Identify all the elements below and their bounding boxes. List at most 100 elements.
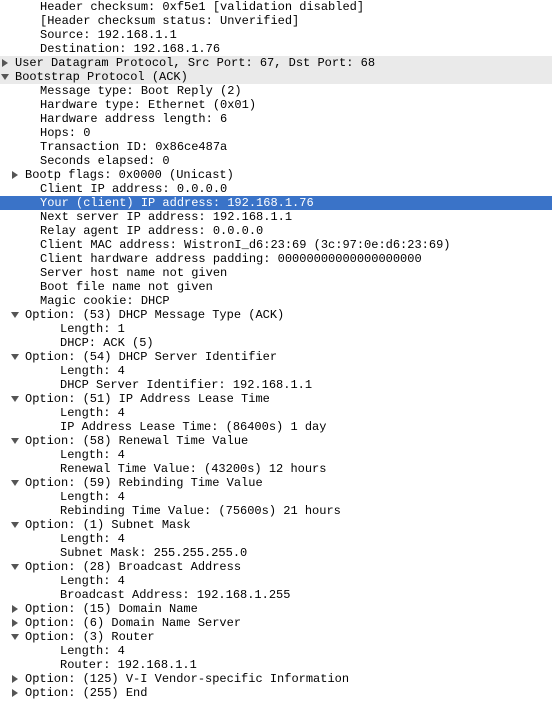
row-text: Option: (58) Renewal Time Value bbox=[25, 434, 248, 448]
tree-row: Transaction ID: 0x86ce487a bbox=[0, 140, 552, 154]
tree-row: IP Address Lease Time: (86400s) 1 day bbox=[0, 420, 552, 434]
row-text: Seconds elapsed: 0 bbox=[40, 154, 170, 168]
row-text: Length: 4 bbox=[60, 644, 125, 658]
row-text: Option: (6) Domain Name Server bbox=[25, 616, 241, 630]
tree-row: Length: 4 bbox=[0, 364, 552, 378]
tree-row: Length: 4 bbox=[0, 490, 552, 504]
tree-row: Subnet Mask: 255.255.255.0 bbox=[0, 546, 552, 560]
row-text: Header checksum: 0xf5e1 [validation disa… bbox=[40, 0, 364, 14]
tree-row: Length: 4 bbox=[0, 644, 552, 658]
opt-28[interactable]: Option: (28) Broadcast Address bbox=[0, 560, 552, 574]
row-text: Client hardware address padding: 0000000… bbox=[40, 252, 422, 266]
row-text: Bootstrap Protocol (ACK) bbox=[15, 70, 188, 84]
bootp-flags[interactable]: Bootp flags: 0x0000 (Unicast) bbox=[0, 168, 552, 182]
opt-58[interactable]: Option: (58) Renewal Time Value bbox=[0, 434, 552, 448]
opt-53[interactable]: Option: (53) DHCP Message Type (ACK) bbox=[0, 308, 552, 322]
expand-collapse-icon[interactable] bbox=[10, 353, 20, 361]
row-text: Your (client) IP address: 192.168.1.76 bbox=[40, 196, 314, 210]
row-text: Option: (125) V-I Vendor-specific Inform… bbox=[25, 672, 349, 686]
expand-collapse-icon[interactable] bbox=[10, 563, 20, 571]
tree-row: Client MAC address: WistronI_d6:23:69 (3… bbox=[0, 238, 552, 252]
tree-row: Broadcast Address: 192.168.1.255 bbox=[0, 588, 552, 602]
tree-row: Rebinding Time Value: (75600s) 21 hours bbox=[0, 504, 552, 518]
tree-row: Server host name not given bbox=[0, 266, 552, 280]
expand-collapse-icon[interactable] bbox=[10, 395, 20, 403]
opt-51[interactable]: Option: (51) IP Address Lease Time bbox=[0, 392, 552, 406]
row-text: Length: 4 bbox=[60, 574, 125, 588]
packet-details-tree[interactable]: Header checksum: 0xf5e1 [validation disa… bbox=[0, 0, 552, 700]
row-text: Option: (59) Rebinding Time Value bbox=[25, 476, 263, 490]
row-text: Subnet Mask: 255.255.255.0 bbox=[60, 546, 247, 560]
opt-3[interactable]: Option: (3) Router bbox=[0, 630, 552, 644]
row-text: Option: (3) Router bbox=[25, 630, 155, 644]
opt-255[interactable]: Option: (255) End bbox=[0, 686, 552, 700]
opt-54[interactable]: Option: (54) DHCP Server Identifier bbox=[0, 350, 552, 364]
row-text: Hardware type: Ethernet (0x01) bbox=[40, 98, 256, 112]
tree-row: DHCP Server Identifier: 192.168.1.1 bbox=[0, 378, 552, 392]
row-text: Message type: Boot Reply (2) bbox=[40, 84, 242, 98]
opt-6[interactable]: Option: (6) Domain Name Server bbox=[0, 616, 552, 630]
expand-collapse-icon[interactable] bbox=[0, 73, 10, 81]
expand-expand-icon[interactable] bbox=[10, 605, 20, 613]
tree-row: Length: 1 bbox=[0, 322, 552, 336]
row-text: Length: 4 bbox=[60, 406, 125, 420]
row-text: Length: 4 bbox=[60, 532, 125, 546]
tree-row: Client IP address: 0.0.0.0 bbox=[0, 182, 552, 196]
row-text: Option: (28) Broadcast Address bbox=[25, 560, 241, 574]
row-text: [Header checksum status: Unverified] bbox=[40, 14, 299, 28]
expand-collapse-icon[interactable] bbox=[10, 633, 20, 641]
row-text: Option: (15) Domain Name bbox=[25, 602, 198, 616]
tree-row: Length: 4 bbox=[0, 574, 552, 588]
expand-expand-icon[interactable] bbox=[10, 675, 20, 683]
expand-expand-icon[interactable] bbox=[10, 619, 20, 627]
tree-row: Message type: Boot Reply (2) bbox=[0, 84, 552, 98]
tree-row: Magic cookie: DHCP bbox=[0, 294, 552, 308]
row-text: Length: 4 bbox=[60, 448, 125, 462]
tree-row: Length: 4 bbox=[0, 448, 552, 462]
row-text: Length: 4 bbox=[60, 490, 125, 504]
tree-row: Next server IP address: 192.168.1.1 bbox=[0, 210, 552, 224]
opt-15[interactable]: Option: (15) Domain Name bbox=[0, 602, 552, 616]
expand-expand-icon[interactable] bbox=[0, 59, 10, 67]
tree-row: Renewal Time Value: (43200s) 12 hours bbox=[0, 462, 552, 476]
row-text: Option: (51) IP Address Lease Time bbox=[25, 392, 270, 406]
your-ip-row: Your (client) IP address: 192.168.1.76 bbox=[0, 196, 552, 210]
row-text: Renewal Time Value: (43200s) 12 hours bbox=[60, 462, 326, 476]
row-text: Length: 4 bbox=[60, 364, 125, 378]
tree-row: Relay agent IP address: 0.0.0.0 bbox=[0, 224, 552, 238]
expand-expand-icon[interactable] bbox=[10, 689, 20, 697]
row-text: Server host name not given bbox=[40, 266, 227, 280]
expand-expand-icon[interactable] bbox=[10, 171, 20, 179]
expand-collapse-icon[interactable] bbox=[10, 521, 20, 529]
bootp-header[interactable]: Bootstrap Protocol (ACK) bbox=[0, 70, 552, 84]
tree-row: Client hardware address padding: 0000000… bbox=[0, 252, 552, 266]
tree-row: Boot file name not given bbox=[0, 280, 552, 294]
opt-59[interactable]: Option: (59) Rebinding Time Value bbox=[0, 476, 552, 490]
tree-row: Hardware address length: 6 bbox=[0, 112, 552, 126]
opt-1[interactable]: Option: (1) Subnet Mask bbox=[0, 518, 552, 532]
tree-row: Source: 192.168.1.1 bbox=[0, 28, 552, 42]
row-text: Next server IP address: 192.168.1.1 bbox=[40, 210, 292, 224]
row-text: Relay agent IP address: 0.0.0.0 bbox=[40, 224, 263, 238]
expand-collapse-icon[interactable] bbox=[10, 437, 20, 445]
expand-collapse-icon[interactable] bbox=[10, 311, 20, 319]
row-text: Broadcast Address: 192.168.1.255 bbox=[60, 588, 290, 602]
row-text: DHCP Server Identifier: 192.168.1.1 bbox=[60, 378, 312, 392]
tree-row: Seconds elapsed: 0 bbox=[0, 154, 552, 168]
row-text: Length: 1 bbox=[60, 322, 125, 336]
udp-header[interactable]: User Datagram Protocol, Src Port: 67, Ds… bbox=[0, 56, 552, 70]
row-text: Option: (53) DHCP Message Type (ACK) bbox=[25, 308, 284, 322]
row-text: Client IP address: 0.0.0.0 bbox=[40, 182, 227, 196]
tree-row: DHCP: ACK (5) bbox=[0, 336, 552, 350]
row-text: Bootp flags: 0x0000 (Unicast) bbox=[25, 168, 234, 182]
tree-row: Router: 192.168.1.1 bbox=[0, 658, 552, 672]
row-text: Router: 192.168.1.1 bbox=[60, 658, 197, 672]
row-text: DHCP: ACK (5) bbox=[60, 336, 154, 350]
row-text: Boot file name not given bbox=[40, 280, 213, 294]
row-text: Option: (255) End bbox=[25, 686, 147, 700]
expand-collapse-icon[interactable] bbox=[10, 479, 20, 487]
opt-125[interactable]: Option: (125) V-I Vendor-specific Inform… bbox=[0, 672, 552, 686]
row-text: Option: (1) Subnet Mask bbox=[25, 518, 191, 532]
tree-row: Hops: 0 bbox=[0, 126, 552, 140]
row-text: Transaction ID: 0x86ce487a bbox=[40, 140, 227, 154]
